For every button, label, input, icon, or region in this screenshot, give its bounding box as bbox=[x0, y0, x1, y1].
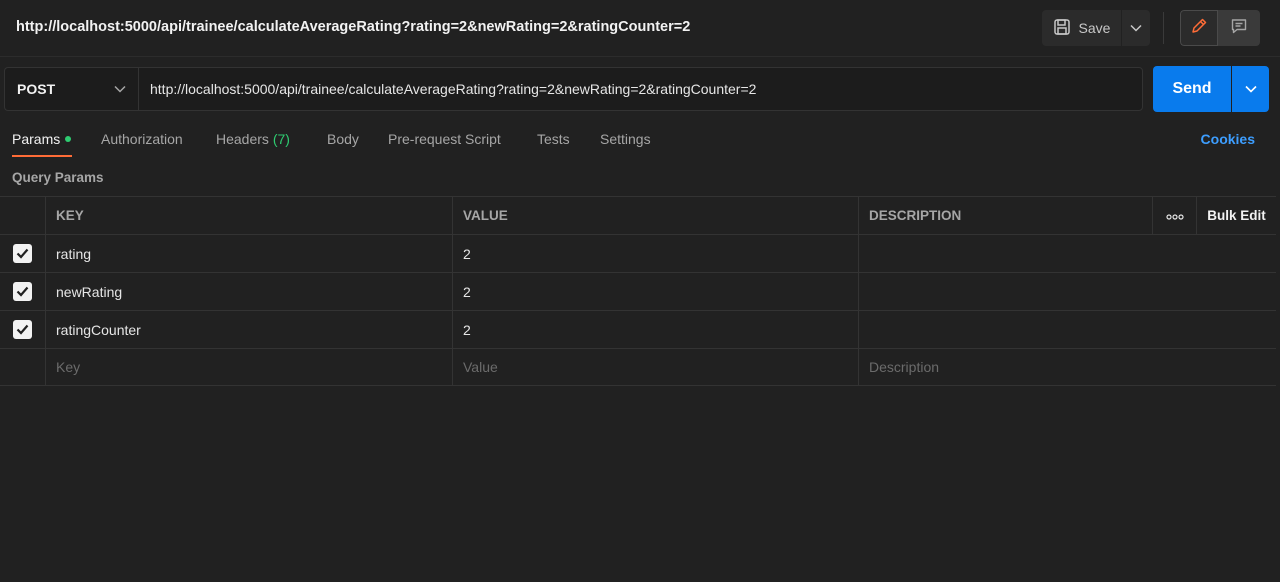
param-value-cell[interactable]: 2 bbox=[452, 311, 858, 348]
param-description-cell[interactable] bbox=[858, 235, 1276, 272]
new-value-input[interactable]: Value bbox=[452, 349, 858, 385]
row-checkbox-cell bbox=[0, 311, 45, 348]
row-checkbox-cell bbox=[0, 273, 45, 310]
tab-tests[interactable]: Tests bbox=[537, 131, 570, 147]
active-tab-underline bbox=[12, 155, 72, 157]
chevron-down-icon bbox=[1130, 19, 1142, 37]
row-checkbox-cell bbox=[0, 235, 45, 272]
tab-params-label: Params bbox=[12, 131, 61, 147]
row-checkbox-cell bbox=[0, 349, 45, 385]
toolbar-divider bbox=[1163, 12, 1164, 44]
param-key-cell[interactable]: ratingCounter bbox=[45, 311, 452, 348]
method-label: POST bbox=[17, 81, 56, 97]
save-options-button[interactable] bbox=[1122, 10, 1150, 46]
row-checkbox[interactable] bbox=[13, 244, 32, 263]
edit-mode-button[interactable] bbox=[1180, 10, 1218, 46]
chevron-down-icon bbox=[1244, 80, 1257, 98]
param-value-cell[interactable]: 2 bbox=[452, 273, 858, 310]
header-check-cell bbox=[0, 197, 45, 234]
param-description-cell[interactable] bbox=[858, 311, 1276, 348]
send-options-button[interactable] bbox=[1232, 66, 1269, 112]
param-key-cell[interactable]: rating bbox=[45, 235, 452, 272]
table-header-row: KEY VALUE DESCRIPTION Bulk Edit bbox=[0, 196, 1276, 234]
tab-headers[interactable]: Headers (7) bbox=[216, 131, 290, 147]
comment-icon bbox=[1230, 17, 1248, 40]
tab-authorization[interactable]: Authorization bbox=[101, 131, 183, 147]
table-row: ratingCounter 2 bbox=[0, 310, 1276, 348]
bulk-edit-button[interactable]: Bulk Edit bbox=[1196, 197, 1276, 234]
table-row: newRating 2 bbox=[0, 272, 1276, 310]
param-key-cell[interactable]: newRating bbox=[45, 273, 452, 310]
tab-body[interactable]: Body bbox=[327, 131, 359, 147]
mode-toggle bbox=[1180, 10, 1260, 46]
param-value-cell[interactable]: 2 bbox=[452, 235, 858, 272]
request-tabs: Params Authorization Headers (7) Body Pr… bbox=[0, 125, 1280, 161]
send-button[interactable]: Send bbox=[1153, 66, 1231, 112]
cookies-link[interactable]: Cookies bbox=[1201, 131, 1255, 147]
table-row: rating 2 bbox=[0, 234, 1276, 272]
request-titlebar: http://localhost:5000/api/trainee/calcul… bbox=[0, 0, 1280, 57]
query-params-table: KEY VALUE DESCRIPTION Bulk Edit rating 2… bbox=[0, 196, 1280, 386]
postman-request-view: http://localhost:5000/api/trainee/calcul… bbox=[0, 0, 1280, 582]
request-title[interactable]: http://localhost:5000/api/trainee/calcul… bbox=[16, 19, 690, 35]
chevron-down-icon bbox=[114, 80, 126, 98]
param-description-cell[interactable] bbox=[858, 273, 1276, 310]
save-icon bbox=[1053, 18, 1071, 39]
send-group: Send bbox=[1153, 66, 1269, 112]
pencil-icon bbox=[1190, 17, 1208, 40]
column-header-description: DESCRIPTION bbox=[858, 197, 1152, 234]
table-row-new: Key Value Description bbox=[0, 348, 1276, 386]
query-params-title: Query Params bbox=[12, 170, 104, 185]
more-options-button[interactable] bbox=[1152, 197, 1196, 234]
new-key-input[interactable]: Key bbox=[45, 349, 452, 385]
column-header-value: VALUE bbox=[452, 197, 858, 234]
headers-count: (7) bbox=[272, 131, 290, 147]
row-checkbox[interactable] bbox=[13, 320, 32, 339]
comments-button[interactable] bbox=[1218, 10, 1260, 46]
save-label: Save bbox=[1078, 20, 1111, 36]
params-active-dot bbox=[65, 136, 72, 143]
tab-settings[interactable]: Settings bbox=[600, 131, 651, 147]
tab-params[interactable]: Params bbox=[12, 131, 72, 147]
row-checkbox[interactable] bbox=[13, 282, 32, 301]
more-horizontal-icon bbox=[1165, 208, 1184, 223]
method-select[interactable]: POST bbox=[4, 67, 138, 111]
save-button[interactable]: Save bbox=[1042, 10, 1121, 46]
column-header-key: KEY bbox=[45, 197, 452, 234]
url-input[interactable]: http://localhost:5000/api/trainee/calcul… bbox=[138, 67, 1143, 111]
tab-headers-label: Headers bbox=[216, 131, 269, 147]
new-description-input[interactable]: Description bbox=[858, 349, 1276, 385]
tab-prerequest-script[interactable]: Pre-request Script bbox=[388, 131, 501, 147]
save-group: Save bbox=[1042, 10, 1150, 46]
